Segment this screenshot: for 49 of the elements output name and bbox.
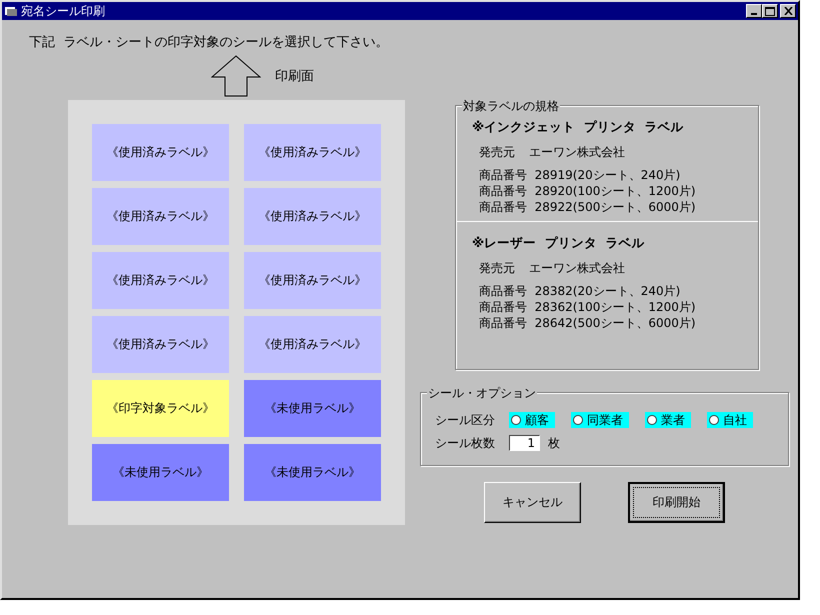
product-number: 商品番号 28382(20シート、240片) <box>479 283 682 299</box>
close-icon <box>784 7 792 15</box>
field-label: シール枚数 <box>435 434 496 452</box>
minimize-button[interactable] <box>746 4 762 18</box>
radio-icon[interactable] <box>511 415 521 425</box>
product-number: 商品番号 28922(500シート、6000片) <box>479 199 697 215</box>
label-cell[interactable]: 《未使用ラベル》 <box>92 444 229 501</box>
label-cell[interactable]: 《使用済みラベル》 <box>92 188 229 245</box>
vendor-label: 発売元 <box>479 144 515 161</box>
maximize-button[interactable] <box>762 4 778 18</box>
print-side-label: 印刷面 <box>275 68 314 85</box>
label-cell[interactable]: 《未使用ラベル》 <box>244 380 381 437</box>
up-arrow-icon <box>211 55 261 97</box>
dialog-button[interactable]: 印刷開始 <box>628 482 725 523</box>
app-icon <box>4 5 18 17</box>
vendor-name: エーワン株式会社 <box>529 144 625 161</box>
label-cell[interactable]: 《使用済みラベル》 <box>244 252 381 309</box>
label-cell[interactable]: 《未使用ラベル》 <box>244 444 381 501</box>
maximize-icon <box>765 6 775 16</box>
field-label: シール区分 <box>435 412 496 428</box>
group-title: 対象ラベルの規格 <box>462 98 560 115</box>
label-cell[interactable]: 《使用済みラベル》 <box>92 124 229 181</box>
radio-icon[interactable] <box>573 415 583 425</box>
count-field[interactable]: 1 <box>509 435 540 451</box>
close-button[interactable] <box>780 4 796 18</box>
vendor-label: 発売元 <box>479 260 515 277</box>
label-cell[interactable]: 《使用済みラベル》 <box>244 316 381 373</box>
vendor-name: エーワン株式会社 <box>529 260 625 277</box>
product-number: 商品番号 28919(20シート、240片) <box>479 167 682 183</box>
radio-option[interactable]: 自社 <box>707 412 753 428</box>
label-cell[interactable]: 《使用済みラベル》 <box>92 316 229 373</box>
label-cell[interactable]: 《印字対象ラベル》 <box>92 380 229 437</box>
radio-option[interactable]: 業者 <box>645 412 691 428</box>
section-heading: ※インクジェット プリンタ ラベル <box>472 119 685 136</box>
section-heading: ※レーザー プリンタ ラベル <box>472 235 646 252</box>
label-cell[interactable]: 《使用済みラベル》 <box>244 188 381 245</box>
unit-label: 枚 <box>548 434 560 452</box>
product-number: 商品番号 28642(500シート、6000片) <box>479 315 697 331</box>
instruction-text: 下記 ラベル・シートの印字対象のシールを選択して下さい。 <box>29 34 388 51</box>
window-title: 宛名シール印刷 <box>21 2 106 20</box>
product-number: 商品番号 28362(100シート、1200片) <box>479 299 697 315</box>
radio-option[interactable]: 顧客 <box>509 412 555 428</box>
label-cell[interactable]: 《使用済みラベル》 <box>244 124 381 181</box>
radio-icon[interactable] <box>709 415 719 425</box>
label-cell[interactable]: 《使用済みラベル》 <box>92 252 229 309</box>
radio-option[interactable]: 同業者 <box>571 412 629 428</box>
dialog-button[interactable]: キャンセル <box>484 482 581 523</box>
radio-icon[interactable] <box>647 415 657 425</box>
product-number: 商品番号 28920(100シート、1200片) <box>479 183 697 199</box>
